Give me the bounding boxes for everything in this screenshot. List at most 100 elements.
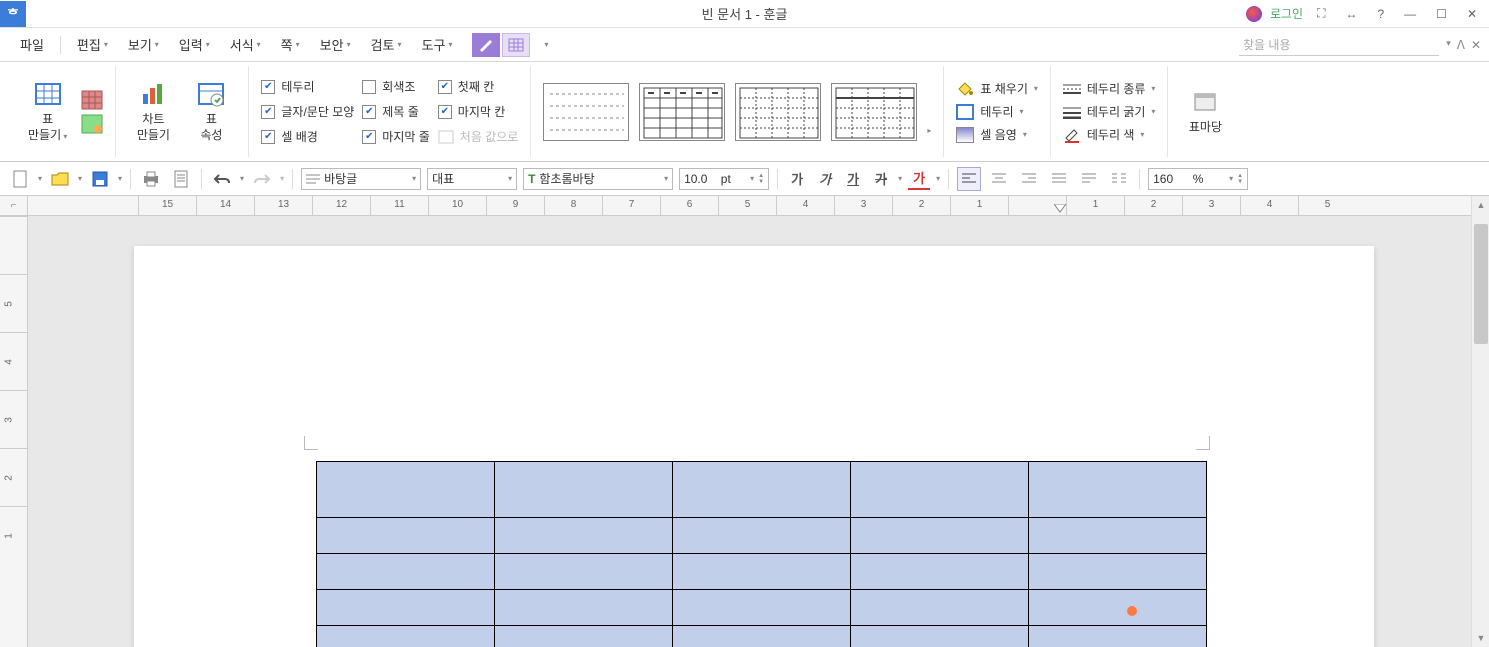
move-button[interactable]: ↔ xyxy=(1339,5,1363,23)
indent-marker-icon[interactable] xyxy=(1054,204,1066,216)
page[interactable] xyxy=(134,246,1374,647)
table-properties-button[interactable]: 표 속성 xyxy=(186,76,236,147)
preview-button[interactable] xyxy=(169,167,193,191)
font-color-button[interactable]: 가 xyxy=(908,168,930,190)
check-char-para[interactable]: 글자/문단 모양 xyxy=(261,103,354,120)
border-weight-button[interactable]: 테두리 굵기▾ xyxy=(1063,103,1156,120)
panel-close-button[interactable]: ✕ xyxy=(1471,38,1481,52)
font-color-dropdown[interactable]: ▾ xyxy=(936,174,940,183)
table-cell[interactable] xyxy=(317,462,495,518)
login-link[interactable]: 로그인 xyxy=(1270,5,1303,22)
border-color-button[interactable]: 테두리 색▾ xyxy=(1063,126,1156,143)
table-cell[interactable] xyxy=(317,554,495,590)
table-row[interactable] xyxy=(317,462,1207,518)
table-cell[interactable] xyxy=(673,590,851,626)
menu-file[interactable]: 파일 xyxy=(10,31,54,58)
ribbon-view-design[interactable] xyxy=(472,33,500,57)
menu-view[interactable]: 보기▾ xyxy=(118,31,169,58)
table-row[interactable] xyxy=(317,554,1207,590)
align-split-button[interactable] xyxy=(1107,167,1131,191)
table-cell[interactable] xyxy=(495,590,673,626)
scroll-up-button[interactable]: ▲ xyxy=(1472,196,1489,214)
table-grid-icon[interactable] xyxy=(81,90,103,110)
table-style-preset-1[interactable] xyxy=(543,83,629,141)
table-cell[interactable] xyxy=(1029,626,1207,647)
help-button[interactable]: ? xyxy=(1371,5,1390,23)
table-cell[interactable] xyxy=(1029,554,1207,590)
menu-tools[interactable]: 도구▾ xyxy=(412,31,463,58)
table-style-preset-3[interactable] xyxy=(735,83,821,141)
align-right-button[interactable] xyxy=(1017,167,1041,191)
font-size-combo[interactable]: 10.0 pt ▾ ▲▼ xyxy=(679,168,769,190)
align-justify-button[interactable] xyxy=(1047,167,1071,191)
check-first-col[interactable]: 첫째 칸 xyxy=(438,78,519,95)
ribbon-view-dropdown[interactable]: ▾ xyxy=(532,33,560,57)
table-cell[interactable] xyxy=(1029,462,1207,518)
menu-security[interactable]: 보안▾ xyxy=(310,31,361,58)
align-distribute-button[interactable] xyxy=(1077,167,1101,191)
font-combo[interactable]: T 함초롬바탕▾ xyxy=(523,168,673,190)
table-fill-button[interactable]: 표 채우기▾ xyxy=(956,80,1038,97)
menu-edit[interactable]: 편집▾ xyxy=(67,31,118,58)
table-cell[interactable] xyxy=(317,590,495,626)
table-cell[interactable] xyxy=(317,626,495,647)
scrollbar-thumb[interactable] xyxy=(1474,224,1488,344)
fullscreen-button[interactable]: ⛶ xyxy=(1311,4,1331,23)
table-style-icon[interactable] xyxy=(81,114,103,134)
new-dropdown[interactable]: ▾ xyxy=(38,174,42,183)
document-canvas[interactable] xyxy=(28,216,1471,647)
table-cell[interactable] xyxy=(673,518,851,554)
size-spinner[interactable]: ▲▼ xyxy=(758,173,764,185)
cell-shading-button[interactable]: 셀 음영▾ xyxy=(956,126,1038,143)
save-button[interactable] xyxy=(88,167,112,191)
table-cell[interactable] xyxy=(317,518,495,554)
table-cell[interactable] xyxy=(673,626,851,647)
menu-review[interactable]: 검토▾ xyxy=(361,31,412,58)
search-dropdown[interactable]: ▾ xyxy=(1446,38,1451,52)
menu-format[interactable]: 서식▾ xyxy=(220,31,271,58)
save-dropdown[interactable]: ▾ xyxy=(118,174,122,183)
table-cell[interactable] xyxy=(495,626,673,647)
scroll-down-button[interactable]: ▼ xyxy=(1472,629,1489,647)
make-table-button[interactable]: 표 만들기 ▾ xyxy=(22,76,73,147)
print-button[interactable] xyxy=(139,167,163,191)
strike-dropdown[interactable]: ▾ xyxy=(898,174,902,183)
table-row[interactable] xyxy=(317,518,1207,554)
check-border[interactable]: 테두리 xyxy=(261,78,354,95)
table-style-preset-4[interactable] xyxy=(831,83,917,141)
linespace-spinner[interactable]: ▲▼ xyxy=(1237,173,1243,185)
table-cell[interactable] xyxy=(673,554,851,590)
align-left-button[interactable] xyxy=(957,167,981,191)
check-cell-bg[interactable]: 셀 배경 xyxy=(261,128,354,145)
table-cell[interactable] xyxy=(851,626,1029,647)
vertical-ruler[interactable]: 54321 xyxy=(0,216,28,647)
italic-button[interactable]: 가 xyxy=(814,168,836,190)
check-last-row[interactable]: 마지막 줄 xyxy=(362,128,430,145)
maximize-button[interactable]: ☐ xyxy=(1430,5,1453,23)
document-table[interactable] xyxy=(316,461,1207,647)
ribbon-collapse-button[interactable]: ᐱ xyxy=(1457,38,1465,52)
table-cell[interactable] xyxy=(673,462,851,518)
vertical-scrollbar[interactable]: ▲ ▼ xyxy=(1471,196,1489,647)
close-button[interactable]: ✕ xyxy=(1461,5,1483,23)
table-wizard-button[interactable]: 표마당 xyxy=(1180,84,1230,140)
open-dropdown[interactable]: ▾ xyxy=(78,174,82,183)
table-cell[interactable] xyxy=(851,518,1029,554)
bold-button[interactable]: 가 xyxy=(786,168,808,190)
presets-more-button[interactable]: ▸ xyxy=(927,126,931,141)
table-cell[interactable] xyxy=(1029,518,1207,554)
search-input[interactable]: 찾을 내용 xyxy=(1239,34,1439,56)
new-doc-button[interactable] xyxy=(8,167,32,191)
border-button[interactable]: 테두리▾ xyxy=(956,103,1038,120)
check-grayscale[interactable]: 회색조 xyxy=(362,78,430,95)
ribbon-view-layout[interactable] xyxy=(502,33,530,57)
strikethrough-button[interactable]: 가 xyxy=(870,168,892,190)
table-cell[interactable] xyxy=(851,462,1029,518)
language-combo[interactable]: 대표▾ xyxy=(427,168,517,190)
table-cell[interactable] xyxy=(495,462,673,518)
undo-dropdown[interactable]: ▾ xyxy=(240,174,244,183)
minimize-button[interactable]: — xyxy=(1398,5,1422,23)
align-center-button[interactable] xyxy=(987,167,1011,191)
table-row[interactable] xyxy=(317,626,1207,647)
style-combo[interactable]: 바탕글▾ xyxy=(301,168,421,190)
